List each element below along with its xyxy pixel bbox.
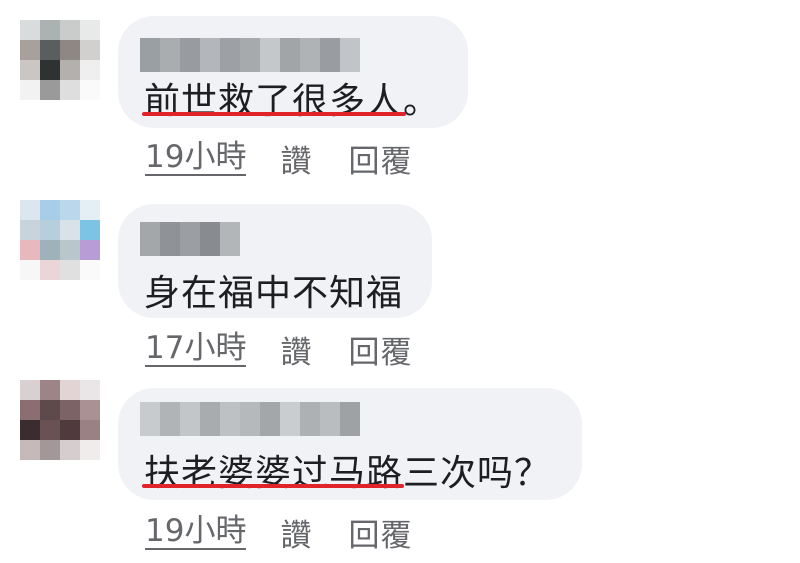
comment-actions: 17小時 讚 回覆	[145, 327, 448, 372]
like-button[interactable]: 讚	[280, 136, 312, 181]
avatar[interactable]	[20, 380, 100, 460]
commenter-name-pixelated[interactable]	[140, 222, 240, 256]
comment-text: 身在福中不知福	[144, 273, 404, 314]
comment-timestamp[interactable]: 19小時	[145, 140, 247, 176]
like-button[interactable]: 讚	[280, 510, 312, 555]
comment-timestamp[interactable]: 19小時	[145, 514, 247, 550]
reply-button[interactable]: 回覆	[348, 136, 412, 181]
avatar[interactable]	[20, 200, 100, 280]
avatar[interactable]	[20, 20, 100, 100]
reply-button[interactable]: 回覆	[348, 327, 412, 372]
like-button[interactable]: 讚	[280, 327, 312, 372]
comment-bubble: 前世救了很多人。	[118, 16, 468, 128]
commenter-name-pixelated[interactable]	[140, 38, 360, 72]
comment-text: 扶老婆婆过马路三次吗？	[144, 453, 552, 494]
comment-text: 前世救了很多人。	[144, 81, 441, 122]
comment-timestamp[interactable]: 17小時	[145, 331, 247, 367]
highlight-underline	[142, 112, 406, 116]
comment-bubble: 扶老婆婆过马路三次吗？	[118, 388, 582, 500]
comment-bubble: 身在福中不知福	[118, 204, 432, 318]
comment-actions: 19小時 讚 回覆	[145, 510, 448, 555]
commenter-name-pixelated[interactable]	[140, 402, 360, 436]
reply-button[interactable]: 回覆	[348, 510, 412, 555]
highlight-underline	[142, 484, 404, 488]
comment-actions: 19小時 讚 回覆	[145, 136, 448, 181]
